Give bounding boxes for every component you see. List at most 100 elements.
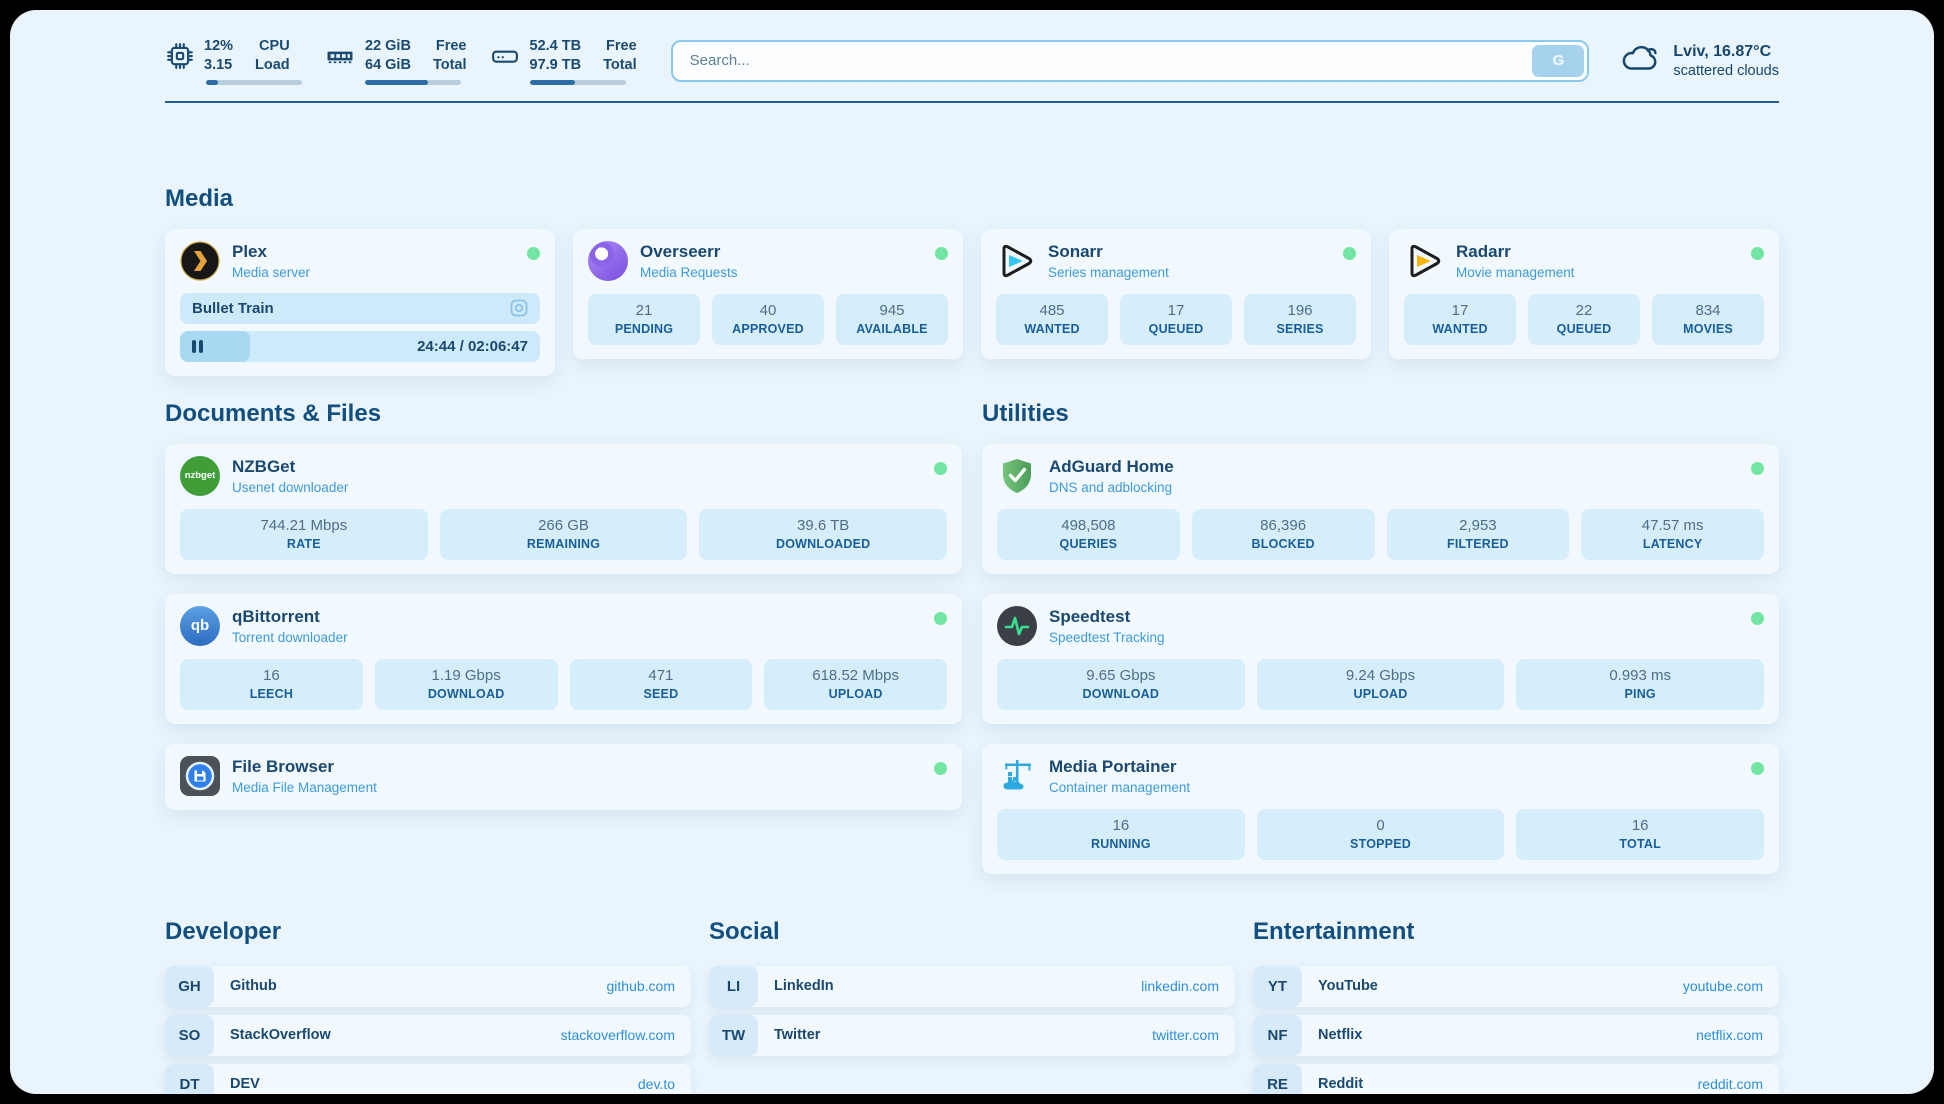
cpu-load-value: 3.15 [204, 56, 233, 75]
radarr-icon [1404, 241, 1444, 281]
cpu-stat: 12% 3.15 CPU Load [165, 37, 302, 85]
status-dot [1343, 247, 1356, 260]
section-title-documents: Documents & Files [165, 400, 962, 428]
system-stats: 12% 3.15 CPU Load [165, 37, 637, 85]
status-dot [934, 462, 947, 475]
playback-time: 24:44 / 02:06:47 [417, 338, 528, 355]
status-dot [1751, 462, 1764, 475]
ram-icon [324, 41, 356, 71]
app-subtitle: Media Requests [640, 265, 923, 280]
bookmark-reddit[interactable]: RE Reddit reddit.com [1253, 1064, 1779, 1094]
entertainment-column: Entertainment YT YouTube youtube.com NF … [1253, 918, 1779, 1094]
speedtest-icon [997, 606, 1037, 646]
stat-download: 9.65 Gbps DOWNLOAD [997, 659, 1245, 710]
documents-column: Documents & Files nzbget NZBGet Usenet d… [165, 400, 962, 810]
stat-remaining: 266 GB REMAINING [440, 509, 688, 560]
stat-rate: 744.21 Mbps RATE [180, 509, 428, 560]
cloud-icon [1619, 41, 1661, 80]
bookmark-linkedin[interactable]: LI LinkedIn linkedin.com [709, 966, 1235, 1007]
app-card-filebrowser[interactable]: File Browser Media File Management [165, 744, 962, 810]
stat-upload: 9.24 Gbps UPLOAD [1257, 659, 1505, 710]
app-subtitle: Container management [1049, 780, 1739, 795]
stat-downloaded: 39.6 TB DOWNLOADED [699, 509, 947, 560]
stat-filtered: 2,953 FILTERED [1387, 509, 1570, 560]
pause-icon [192, 340, 203, 353]
app-card-portainer[interactable]: Media Portainer Container management 16 … [982, 744, 1779, 874]
bookmark-name: Github [230, 978, 277, 994]
bookmark-url: twitter.com [1152, 1027, 1219, 1043]
app-name: Overseerr [640, 242, 923, 262]
bookmark-url: reddit.com [1698, 1076, 1763, 1092]
search-input[interactable] [676, 52, 1533, 69]
app-name: File Browser [232, 757, 922, 777]
bookmark-abbr: SO [165, 1015, 214, 1056]
search-bar: G [671, 40, 1590, 82]
adguard-icon [997, 456, 1037, 496]
app-card-sonarr[interactable]: Sonarr Series management 485 WANTED 17 Q… [981, 229, 1371, 359]
stat-running: 16 RUNNING [997, 809, 1245, 860]
stat-queued: 17 QUEUED [1120, 294, 1232, 345]
disk-free-value: 52.4 TB [530, 37, 582, 56]
stat-latency: 47.57 ms LATENCY [1581, 509, 1764, 560]
cpu-progress-bar [206, 80, 302, 85]
bookmark-name: StackOverflow [230, 1027, 331, 1043]
bookmark-youtube[interactable]: YT YouTube youtube.com [1253, 966, 1779, 1007]
top-bar: 12% 3.15 CPU Load [165, 37, 1779, 85]
weather-condition: scattered clouds [1673, 63, 1779, 79]
cpu-load-label: Load [255, 56, 290, 75]
status-dot [934, 762, 947, 775]
app-card-adguard[interactable]: AdGuard Home DNS and adblocking 498,508 … [982, 444, 1779, 574]
disk-free-label: Free [606, 37, 637, 56]
ram-free-label: Free [436, 37, 467, 56]
section-title-utilities: Utilities [982, 400, 1779, 428]
bookmark-netflix[interactable]: NF Netflix netflix.com [1253, 1015, 1779, 1056]
disk-total-label: Total [603, 56, 637, 75]
ram-progress-bar [365, 80, 461, 85]
stat-pending: 21 PENDING [588, 294, 700, 345]
app-card-plex[interactable]: Plex Media server Bullet Train [165, 229, 555, 376]
stat-leech: 16 LEECH [180, 659, 363, 710]
app-subtitle: Movie management [1456, 265, 1739, 280]
bookmark-name: Twitter [774, 1027, 820, 1043]
status-dot [935, 247, 948, 260]
weather-location: Lviv, 16.87°C [1673, 43, 1779, 61]
bookmark-url: github.com [607, 978, 675, 994]
bookmark-dev[interactable]: DT DEV dev.to [165, 1064, 691, 1094]
app-subtitle: DNS and adblocking [1049, 480, 1739, 495]
app-card-radarr[interactable]: Radarr Movie management 17 WANTED 22 QUE… [1389, 229, 1779, 359]
filebrowser-icon [180, 756, 220, 796]
stat-seed: 471 SEED [570, 659, 753, 710]
ram-free-value: 22 GiB [365, 37, 411, 56]
search-engine-button[interactable]: G [1532, 45, 1584, 77]
app-name: Media Portainer [1049, 757, 1739, 777]
bookmark-name: Netflix [1318, 1027, 1362, 1043]
bookmark-stackoverflow[interactable]: SO StackOverflow stackoverflow.com [165, 1015, 691, 1056]
app-name: Plex [232, 242, 515, 262]
app-subtitle: Torrent downloader [232, 630, 922, 645]
app-card-nzbget[interactable]: nzbget NZBGet Usenet downloader 744.21 M… [165, 444, 962, 574]
stat-available: 945 AVAILABLE [836, 294, 948, 345]
bookmark-name: Reddit [1318, 1076, 1363, 1092]
status-dot [1751, 612, 1764, 625]
overseerr-icon [588, 241, 628, 281]
section-title-developer: Developer [165, 918, 691, 946]
cpu-label: CPU [259, 37, 290, 56]
bookmark-twitter[interactable]: TW Twitter twitter.com [709, 1015, 1235, 1056]
sonarr-icon [996, 241, 1036, 281]
app-card-qbittorrent[interactable]: qb qBittorrent Torrent downloader 16 [165, 594, 962, 724]
app-card-speedtest[interactable]: Speedtest Speedtest Tracking 9.65 Gbps D… [982, 594, 1779, 724]
header-divider [165, 101, 1779, 103]
bookmark-abbr: GH [165, 966, 214, 1007]
bookmark-github[interactable]: GH Github github.com [165, 966, 691, 1007]
bookmark-url: youtube.com [1683, 978, 1763, 994]
cpu-usage-value: 12% [204, 37, 233, 56]
disk-total-value: 97.9 TB [530, 56, 582, 75]
ram-stat: 22 GiB 64 GiB Free Total [324, 37, 467, 85]
bookmark-abbr: DT [165, 1064, 214, 1094]
disk-stat: 52.4 TB 97.9 TB Free Total [489, 37, 637, 85]
stat-stopped: 0 STOPPED [1257, 809, 1505, 860]
app-card-overseerr[interactable]: Overseerr Media Requests 21 PENDING 40 A… [573, 229, 963, 359]
video-icon [510, 299, 528, 317]
cpu-icon [165, 41, 195, 71]
app-name: AdGuard Home [1049, 457, 1739, 477]
